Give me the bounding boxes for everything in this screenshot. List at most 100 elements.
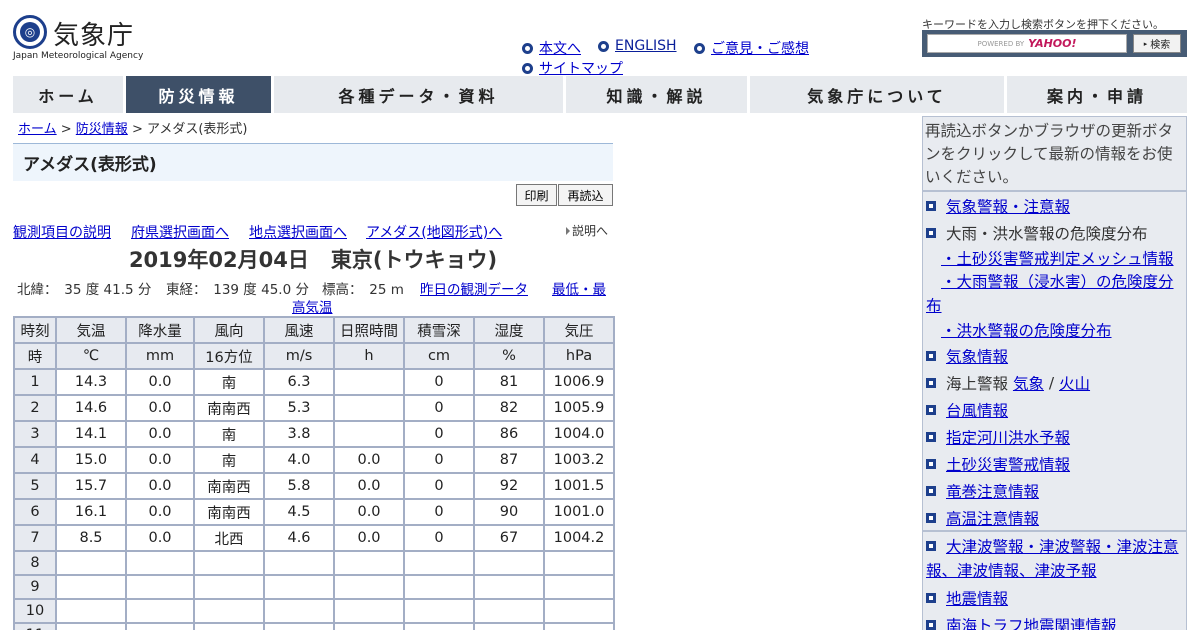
side-kouzui[interactable]: ・洪水警報の危険度分布	[941, 319, 1112, 341]
circle-bullet-icon	[694, 42, 705, 54]
side-keiho[interactable]: 気象警報・注意報	[926, 195, 1070, 217]
table-cell	[543, 550, 615, 576]
breadcrumb-current: アメダス(表形式)	[146, 122, 248, 137]
breadcrumb-home[interactable]: ホーム	[18, 122, 57, 137]
side-dosha-mesh[interactable]: ・土砂災害警戒判定メッシュ情報	[941, 247, 1174, 269]
table-row: 9	[13, 574, 615, 600]
reload-button[interactable]: 再読込	[558, 184, 613, 206]
side-ooame[interactable]: ・大雨警報（浸水害）の危険度分布	[926, 270, 1184, 318]
kaijo-kisho-link[interactable]: 気象	[1013, 372, 1044, 394]
table-cell: 0.0	[125, 368, 195, 396]
column-header: 降水量	[125, 316, 195, 344]
nav-about[interactable]: 気象庁について	[750, 76, 1004, 113]
table-row: 3 14.1 0.0 南 3.8 0 86 1004.0	[13, 420, 615, 448]
table-cell: 南南西	[193, 472, 265, 500]
table-row: 1 14.3 0.0 南 6.3 0 81 1006.9	[13, 368, 615, 396]
side-tsunami[interactable]: 大津波警報・津波警報・津波注意報、津波情報、津波予報	[926, 535, 1184, 583]
table-cell: 0.0	[125, 394, 195, 422]
table-cell: 81	[473, 368, 545, 396]
table-cell	[193, 598, 265, 624]
table-cell	[193, 550, 265, 576]
yesterday-data-link[interactable]: 昨日の観測データ	[420, 278, 528, 298]
side-koon[interactable]: 高温注意情報	[926, 507, 1039, 529]
logo-japanese: 気象庁	[53, 21, 135, 51]
hour-cell: 5	[13, 472, 57, 500]
table-cell: 0	[403, 498, 475, 526]
sitemap-link[interactable]: サイトマップ	[522, 58, 623, 78]
nav-guide[interactable]: 案内・申請	[1007, 76, 1187, 113]
table-cell: 0.0	[125, 472, 195, 500]
print-button[interactable]: 印刷	[516, 184, 557, 206]
side-kasen[interactable]: 指定河川洪水予報	[926, 426, 1070, 448]
table-cell: 1003.2	[543, 446, 615, 474]
side-nankai[interactable]: 南海トラフ地震関連情報	[926, 614, 1117, 630]
table-unit-row: 時 ℃ mm 16方位 m/s h cm% hPa	[13, 342, 615, 370]
table-row: 6 16.1 0.0 南南西 4.5 0.0 0 90 1001.0	[13, 498, 615, 526]
table-cell: 1004.0	[543, 420, 615, 448]
table-cell: 14.1	[55, 420, 127, 448]
table-cell	[125, 574, 195, 600]
table-cell: 4.0	[263, 446, 335, 474]
nav-bosai[interactable]: 防災情報	[126, 76, 271, 113]
nav-home[interactable]: ホーム	[13, 76, 123, 113]
station-name: 東京(トウキョウ)	[330, 248, 498, 272]
side-dosha-keikai[interactable]: 土砂災害警戒情報	[926, 453, 1070, 475]
circle-bullet-icon	[522, 62, 533, 74]
item-explanation-link[interactable]: 観測項目の説明	[13, 222, 111, 242]
table-cell: 0.0	[125, 524, 195, 552]
table-cell: 0	[403, 472, 475, 500]
side-taifu[interactable]: 台風情報	[926, 399, 1008, 421]
hour-cell: 8	[13, 550, 57, 576]
map-view-link[interactable]: アメダス(地図形式)へ	[366, 222, 502, 242]
table-cell	[333, 550, 405, 576]
square-bullet-icon	[926, 513, 936, 523]
side-jishin[interactable]: 地震情報	[926, 587, 1008, 609]
arrow-right-icon: ▸	[1143, 39, 1148, 48]
jma-logo[interactable]: ◎ 気象庁 Japan Meteorological Agency	[13, 13, 143, 63]
side-panel: 再読込ボタンかブラウザの更新ボタンをクリックして最新の情報をお使いください。 気…	[922, 116, 1187, 630]
column-header: 気圧	[543, 316, 615, 344]
table-cell	[543, 598, 615, 624]
explain-link[interactable]: 説明へ	[566, 222, 608, 239]
table-cell: 16.1	[55, 498, 127, 526]
kaijo-kazan-link[interactable]: 火山	[1059, 372, 1090, 394]
table-cell: 0.0	[125, 498, 195, 526]
amedas-table: 時刻 気温 降水量 風向 風速 日照時間 積雪深 湿度 気圧時 ℃ mm 16方位 m/s h cm% hPa…	[13, 316, 615, 630]
side-tatsumaki[interactable]: 竜巻注意情報	[926, 480, 1039, 502]
min-max-temp-link[interactable]: 最低・最	[552, 278, 606, 298]
hour-cell: 3	[13, 420, 57, 448]
table-cell	[403, 622, 475, 630]
prefecture-select-link[interactable]: 府県選択画面へ	[131, 222, 229, 242]
search-input[interactable]: POWERED BY YAHOO!	[927, 34, 1127, 53]
table-row: 4 15.0 0.0 南 4.0 0.0 0 87 1003.2	[13, 446, 615, 474]
table-cell: 87	[473, 446, 545, 474]
table-cell	[333, 622, 405, 630]
table-cell	[473, 598, 545, 624]
table-cell: 1004.2	[543, 524, 615, 552]
nav-knowledge[interactable]: 知識・解説	[566, 76, 747, 113]
square-bullet-icon	[926, 486, 936, 496]
feedback-link[interactable]: ご意見・ご感想	[694, 38, 809, 58]
side-kisho-joho[interactable]: 気象情報	[926, 345, 1008, 367]
hour-cell: 11	[13, 622, 57, 630]
search-button[interactable]: ▸ 検索	[1133, 34, 1181, 53]
nav-data[interactable]: 各種データ・資料	[274, 76, 563, 113]
table-cell	[263, 574, 335, 600]
breadcrumb-bosai[interactable]: 防災情報	[76, 122, 128, 137]
min-max-temp-link-cont[interactable]: 高気温	[292, 296, 333, 316]
table-cell: 1005.9	[543, 394, 615, 422]
station-select-link[interactable]: 地点選択画面へ	[249, 222, 347, 242]
triangle-right-icon	[566, 227, 570, 235]
table-cell: 0	[403, 420, 475, 448]
table-cell	[125, 550, 195, 576]
side-kaijo: 海上警報 気象 / 火山	[926, 372, 1090, 394]
table-row: 2 14.6 0.0 南南西 5.3 0 82 1005.9	[13, 394, 615, 422]
english-link[interactable]: ENGLISH	[598, 38, 677, 54]
column-header: 風速	[263, 316, 335, 344]
table-row: 10	[13, 598, 615, 624]
square-bullet-icon	[926, 459, 936, 469]
column-header: 気温	[55, 316, 127, 344]
table-cell	[125, 598, 195, 624]
skip-to-content-link[interactable]: 本文へ	[522, 38, 581, 58]
table-cell: 1001.0	[543, 498, 615, 526]
